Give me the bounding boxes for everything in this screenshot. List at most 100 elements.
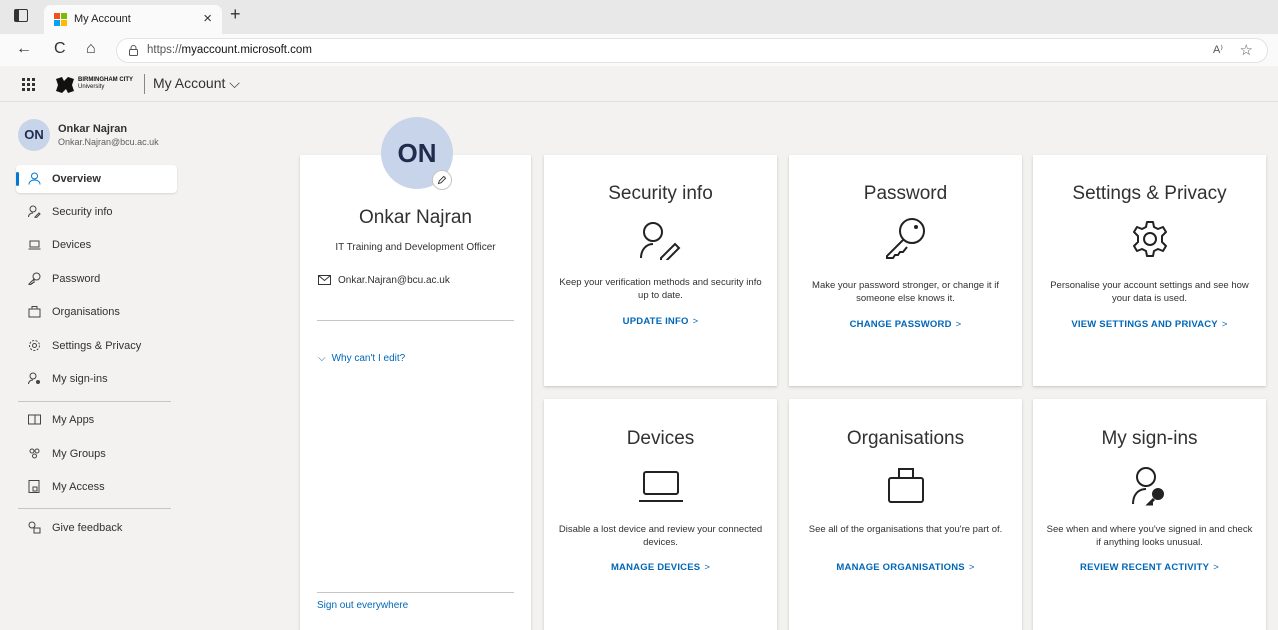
sidebar-item-my-sign-ins[interactable]: My sign-ins [16, 365, 177, 393]
tile-settings-privacy: Settings & Privacy Personalise your acco… [1033, 155, 1266, 386]
tile-description: Personalise your account settings and se… [1050, 280, 1249, 304]
sidebar-item-label: Security info [52, 206, 113, 218]
pencil-icon [437, 175, 447, 185]
microsoft-favicon-icon [54, 13, 67, 26]
home-icon[interactable]: ⌂ [86, 40, 96, 58]
tile-my-sign-ins: My sign-ins See when and where you've si… [1033, 399, 1266, 630]
tab-actions-icon[interactable] [14, 9, 28, 22]
user-email: Onkar.Najran@bcu.ac.uk [58, 137, 159, 147]
profile-divider [317, 320, 514, 321]
favorite-star-icon[interactable]: ☆ [1240, 41, 1253, 59]
read-aloud-icon[interactable]: A⁾ [1213, 43, 1223, 56]
lock-icon[interactable] [129, 45, 138, 56]
view-settings-privacy-link[interactable]: VIEW SETTINGS AND PRIVACY > [1033, 319, 1266, 330]
apps-icon [28, 414, 41, 425]
tile-title: Devices [626, 428, 695, 449]
tile-description: See when and where you've signed in and … [1046, 524, 1253, 548]
sidebar-item-my-groups[interactable]: My Groups [16, 440, 177, 468]
sidebar-item-label: My Apps [52, 414, 95, 426]
manage-devices-link[interactable]: MANAGE DEVICES > [544, 562, 777, 573]
laptop-icon [638, 471, 683, 502]
browser-tab-bar: My Account × + [0, 0, 1278, 34]
profile-job-title: IT Training and Development Officer [335, 242, 496, 253]
sidebar-item-label: My Access [52, 481, 105, 493]
sidebar-item-give-feedback[interactable]: Give feedback [16, 514, 177, 542]
group-icon [29, 448, 40, 459]
sidebar-item-organisations[interactable]: Organisations [16, 298, 177, 326]
person-key-icon [1131, 467, 1164, 506]
sidebar-item-my-apps[interactable]: My Apps [16, 406, 177, 434]
laptop-icon [28, 240, 41, 250]
university-logo-text: BIRMINGHAM CITY University [78, 77, 133, 90]
sidebar-item-label: Organisations [52, 306, 120, 318]
tile-devices: Devices Disable a lost device and review… [544, 399, 777, 630]
url-text[interactable]: https://myaccount.microsoft.com [147, 44, 312, 56]
profile-email: Onkar.Najran@bcu.ac.uk [338, 275, 450, 286]
sidebar-item-overview[interactable]: Overview [16, 165, 177, 193]
app-header: BIRMINGHAM CITY University My Account ⌵ [0, 66, 1278, 102]
person-icon [28, 172, 41, 185]
sidebar-item-label: Password [52, 273, 101, 285]
tile-organisations: Organisations See all of the organisatio… [789, 399, 1022, 630]
review-recent-activity-link[interactable]: REVIEW RECENT ACTIVITY > [1033, 562, 1266, 573]
sidebar-item-label: Devices [52, 239, 92, 251]
sidebar-divider [18, 401, 171, 402]
update-info-link[interactable]: UPDATE INFO > [544, 316, 777, 327]
briefcase-icon [887, 468, 924, 503]
tile-title: Organisations [846, 428, 965, 449]
tile-title: Settings & Privacy [1072, 183, 1227, 204]
header-divider [144, 74, 145, 94]
tile-description: See all of the organisations that you're… [808, 524, 1003, 535]
sidebar-item-devices[interactable]: Devices [16, 231, 177, 259]
sidebar-item-label: Overview [52, 173, 101, 185]
key-icon [885, 218, 925, 259]
sidebar-divider [18, 508, 171, 509]
person-key-icon [28, 372, 40, 385]
briefcase-icon [28, 306, 41, 318]
profile-divider [317, 592, 514, 593]
gear-icon [1132, 221, 1167, 257]
tile-security-info: Security info Keep your verification met… [544, 155, 777, 386]
back-arrow-icon[interactable]: ← [16, 40, 32, 58]
feedback-icon [28, 521, 41, 534]
tile-description: Disable a lost device and review your co… [558, 524, 763, 548]
active-indicator [16, 172, 19, 186]
tile-password: Password Make your password stronger, or… [789, 155, 1022, 386]
tile-title: My sign-ins [1101, 428, 1198, 449]
tab-title: My Account [74, 13, 131, 25]
app-title[interactable]: My Account ⌵ [153, 75, 240, 92]
refresh-icon[interactable]: C [54, 40, 66, 58]
sidebar-item-label: My sign-ins [52, 373, 108, 385]
browser-tab[interactable]: My Account × [44, 5, 222, 34]
sidebar-item-settings-privacy[interactable]: Settings & Privacy [16, 332, 177, 360]
gear-icon [29, 340, 40, 351]
tile-title: Password [863, 183, 948, 204]
chevron-down-icon: ⌵ [318, 353, 326, 364]
user-avatar: ON [18, 119, 50, 151]
access-document-icon [28, 480, 40, 493]
sidebar-item-password[interactable]: Password [16, 265, 177, 293]
change-password-link[interactable]: CHANGE PASSWORD > [789, 319, 1022, 330]
sidebar-item-label: Settings & Privacy [52, 340, 142, 352]
app-launcher-icon[interactable] [22, 78, 35, 91]
edit-photo-button[interactable] [432, 170, 452, 190]
mail-icon [318, 275, 331, 285]
person-pen-icon [28, 205, 41, 218]
person-pen-icon [639, 222, 680, 260]
sign-out-everywhere-link[interactable]: Sign out everywhere [317, 600, 408, 611]
sidebar-item-security-info[interactable]: Security info [16, 198, 177, 226]
tile-description: Keep your verification methods and secur… [559, 277, 762, 301]
profile-name: Onkar Najran [359, 207, 472, 228]
new-tab-icon[interactable]: + [230, 4, 241, 25]
tab-close-icon[interactable]: × [203, 10, 212, 27]
url-bar[interactable]: https://myaccount.microsoft.com A⁾ ☆ [116, 38, 1268, 63]
sidebar-item-label: Give feedback [52, 522, 123, 534]
tile-description: Make your password stronger, or change i… [812, 280, 999, 304]
why-cant-edit-link[interactable]: ⌵ Why can't I edit? [318, 353, 405, 364]
user-name: Onkar Najran [58, 123, 128, 135]
manage-organisations-link[interactable]: MANAGE ORGANISATIONS > [789, 562, 1022, 573]
tile-title: Security info [608, 183, 713, 204]
address-bar-row: ← C ⌂ https://myaccount.microsoft.com A⁾… [0, 34, 1278, 66]
sidebar-item-my-access[interactable]: My Access [16, 473, 177, 501]
key-icon [28, 272, 41, 285]
